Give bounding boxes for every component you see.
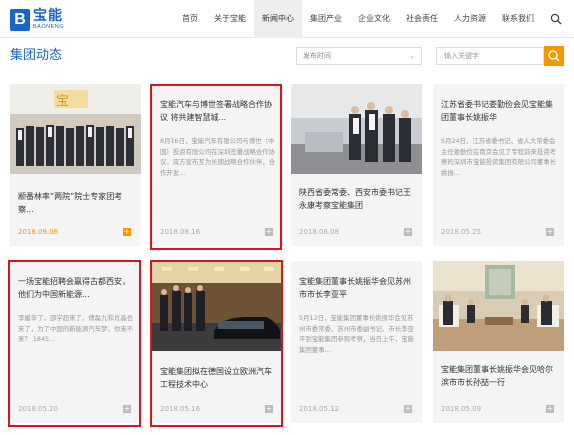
logo-name-en: BAONENG — [33, 24, 65, 30]
magnifier-icon — [548, 50, 560, 62]
news-image-visit-photo — [291, 84, 422, 174]
keyword-search-input[interactable] — [436, 47, 544, 65]
page-title: 集团动态 — [10, 48, 63, 63]
news-title[interactable]: 陕西省委常委、西安市委书记王永康考察宝能集团 — [299, 186, 415, 212]
news-card[interactable]: 宝能集团董事长姚振华会见苏州市市长李亚平 5月12日，宝能集团董事长姚振华会见苏… — [291, 261, 422, 423]
chevron-down-icon: ⌄ — [409, 52, 415, 60]
news-date: 2018.05.12 — [299, 405, 340, 413]
news-summary: 5月12日，宝能集团董事长姚振华会见苏州市委常委、苏州市委副书记、市长李亚平到宝… — [299, 314, 415, 354]
nav-item-industries[interactable]: 集团产业 — [302, 0, 350, 38]
nav-item-hr[interactable]: 人力资源 — [446, 0, 494, 38]
news-date: 2018.09.06 — [18, 228, 59, 236]
more-icon[interactable]: + — [404, 228, 412, 236]
nav-item-news[interactable]: 新闻中心 — [254, 0, 302, 38]
nav-item-home[interactable]: 首页 — [174, 0, 206, 38]
news-card[interactable]: 宝能集团董事长姚振华会见哈尔滨市市长孙喆一行 2018.05.09 + — [433, 261, 564, 423]
news-card[interactable]: 陕西省委常委、西安市委书记王永康考察宝能集团 2018.06.08 + — [291, 84, 422, 246]
nav-item-contact[interactable]: 联系我们 — [494, 0, 542, 38]
news-card[interactable]: 宝 颛番林率“两院”院士专家团考察... 2018.09.06 + — [10, 84, 141, 246]
logo-name-cn: 宝能 — [33, 8, 63, 24]
date-select[interactable]: 发布时间 ⌄ — [296, 47, 422, 65]
more-icon[interactable]: + — [404, 405, 412, 413]
nav-item-responsibility[interactable]: 社会责任 — [398, 0, 446, 38]
logo-mark: B — [10, 9, 30, 31]
highlight-frame — [150, 260, 283, 427]
nav-item-culture[interactable]: 企业文化 — [350, 0, 398, 38]
brand-logo[interactable]: B 宝能 BAONENG — [10, 9, 64, 31]
logo-text: 宝能 BAONENG — [33, 9, 64, 31]
news-image-group-photo: 宝 — [10, 84, 141, 174]
news-title[interactable]: 江苏省委书记娄勤俭会见宝能集团董事长姚振华 — [441, 98, 557, 124]
more-icon[interactable]: + — [546, 405, 554, 413]
main-nav: 首页 关于宝能 新闻中心 集团产业 企业文化 社会责任 人力资源 联系我们 — [174, 0, 542, 38]
more-icon[interactable]: + — [546, 228, 554, 236]
news-card[interactable]: 江苏省委书记娄勤俭会见宝能集团董事长姚振华 5月24日，江苏省委书记、省人大常委… — [433, 84, 564, 246]
search-button[interactable] — [544, 46, 564, 66]
top-header: B 宝能 BAONENG 首页 关于宝能 新闻中心 集团产业 企业文化 社会责任… — [0, 0, 574, 38]
news-date: 2018.05.09 — [441, 405, 482, 413]
more-icon[interactable]: + — [123, 228, 131, 236]
nav-item-about[interactable]: 关于宝能 — [206, 0, 254, 38]
news-summary: 5月24日，江苏省委书记、省人大常委会主任娄勤俭在南京会见了专程前来投资考察的深… — [441, 137, 557, 177]
news-date: 2018.05.25 — [441, 228, 482, 236]
search-icon[interactable] — [550, 13, 562, 25]
highlight-frame — [150, 84, 282, 250]
date-select-value: 发布时间 — [303, 52, 331, 60]
news-title[interactable]: 宝能集团董事长姚振华会见哈尔滨市市长孙喆一行 — [441, 363, 557, 389]
news-title[interactable]: 颛番林率“两院”院士专家团考察... — [18, 190, 134, 216]
news-date: 2018.06.08 — [299, 228, 340, 236]
svg-text:宝: 宝 — [56, 94, 69, 109]
highlight-frame — [8, 260, 141, 427]
news-title[interactable]: 宝能集团董事长姚振华会见苏州市市长李亚平 — [299, 275, 415, 301]
news-image-meeting-photo — [433, 261, 564, 351]
